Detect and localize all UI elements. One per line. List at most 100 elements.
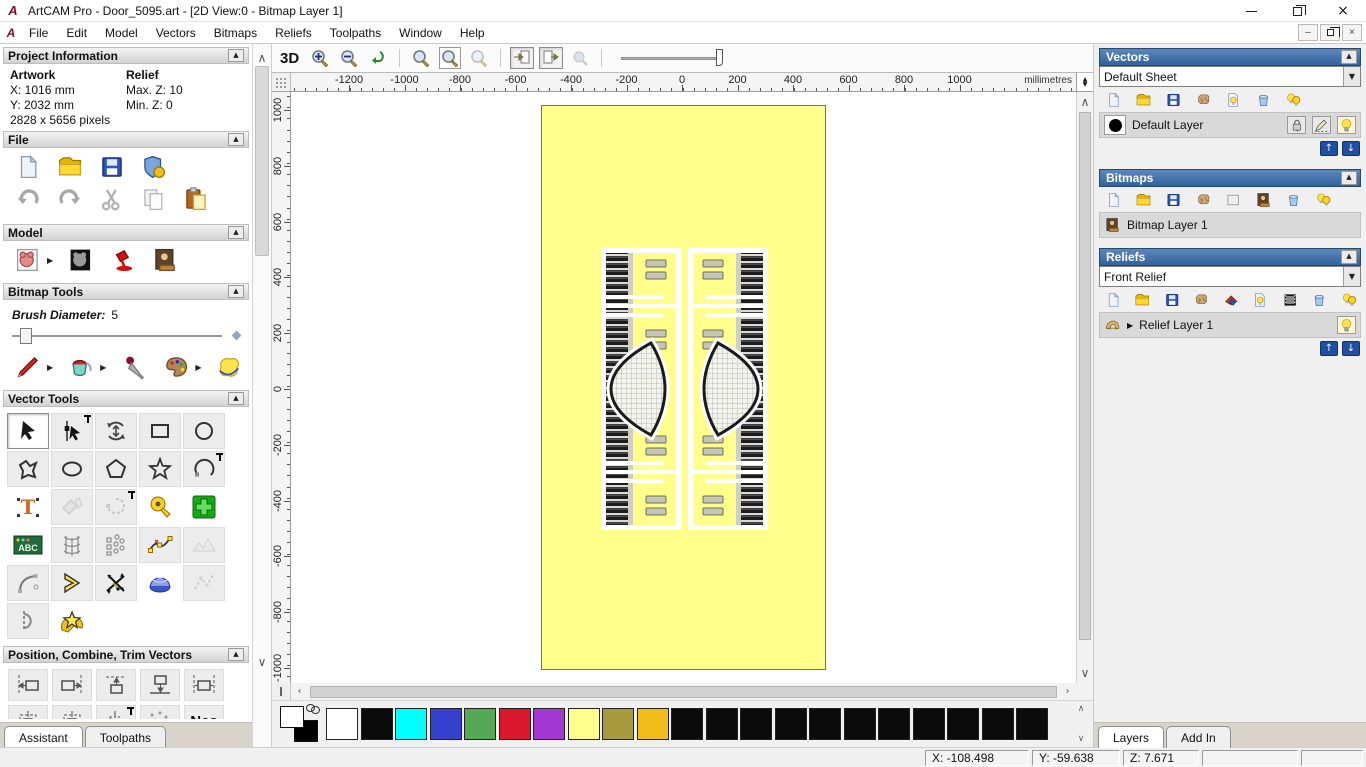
lighting-icon[interactable]	[109, 247, 137, 273]
delete-layer-icon[interactable]	[1285, 192, 1302, 208]
menu-toolpaths[interactable]: Toolpaths	[321, 23, 390, 43]
open-layer-icon[interactable]	[1135, 92, 1152, 108]
mdi-minimize-button[interactable]: –	[1298, 24, 1318, 41]
paint-tool-icon[interactable]	[14, 354, 42, 380]
foreground-colour[interactable]	[280, 706, 304, 728]
palette-swatch[interactable]	[464, 708, 496, 740]
offset-vector-tool[interactable]	[51, 565, 93, 601]
menu-window[interactable]: Window	[390, 23, 451, 43]
slider-handle[interactable]	[716, 49, 723, 66]
delete-layer-icon[interactable]	[1255, 92, 1272, 108]
foreground-background-swatch[interactable]	[278, 704, 326, 744]
create-polygon-tool[interactable]	[95, 451, 137, 487]
flyout-arrow-icon[interactable]: ▶	[100, 363, 106, 372]
save-layer-icon[interactable]	[1164, 292, 1180, 308]
bitmap-contrast-slider[interactable]	[621, 48, 731, 68]
select-vectors-tool[interactable]	[7, 413, 49, 449]
paste-along-curve-tool[interactable]	[95, 527, 137, 563]
minimize-button[interactable]	[1228, 0, 1274, 22]
offset-relief-icon[interactable]	[1223, 292, 1239, 308]
toggle-visibility-icon[interactable]	[1252, 292, 1268, 308]
toggle-bitmap-next-button[interactable]	[539, 47, 563, 69]
move-layer-down-button[interactable]: ↓	[1342, 141, 1360, 156]
menu-vectors[interactable]: Vectors	[147, 23, 205, 43]
zoom-fit-icon[interactable]	[438, 47, 462, 69]
menu-file[interactable]: File	[20, 23, 57, 43]
menu-help[interactable]: Help	[451, 23, 494, 43]
menu-bitmaps[interactable]: Bitmaps	[205, 23, 266, 43]
horizontal-scrollbar[interactable]: ❙ ‹ ›	[272, 683, 1093, 701]
options-icon[interactable]	[140, 154, 168, 180]
centre-in-page-2-tool[interactable]	[52, 705, 92, 719]
merge-layers-icon[interactable]	[1193, 292, 1209, 308]
open-layer-icon[interactable]	[1134, 292, 1150, 308]
all-layers-visible-icon[interactable]	[1341, 292, 1357, 308]
save-file-icon[interactable]	[98, 154, 126, 180]
greyscale-icon[interactable]	[1225, 192, 1242, 208]
flyout-arrow-icon[interactable]: ▶	[47, 256, 53, 265]
palette-swatch[interactable]	[1016, 708, 1048, 740]
move-layer-up-button[interactable]: ↑	[1320, 341, 1338, 356]
scroll-up-icon[interactable]: ∧	[1078, 704, 1085, 714]
mdi-close-button[interactable]: ×	[1342, 24, 1362, 41]
greyscale-model-icon[interactable]	[14, 247, 42, 273]
palette-swatch[interactable]	[844, 708, 876, 740]
vertical-scrollbar[interactable]: ∧ ∨	[1076, 92, 1093, 683]
save-layer-icon[interactable]	[1165, 92, 1182, 108]
palette-swatch[interactable]	[671, 708, 703, 740]
bitmap-layer-row[interactable]: Bitmap Layer 1	[1099, 212, 1361, 238]
palette-swatch[interactable]	[499, 708, 531, 740]
collapse-button[interactable]: ▲	[228, 392, 244, 405]
zoom-previous-icon[interactable]	[366, 47, 390, 69]
palette-swatch[interactable]	[430, 708, 462, 740]
collapse-button[interactable]: ▲	[228, 226, 244, 239]
flyout-arrow-icon[interactable]: ▶	[195, 363, 201, 372]
tab-assistant[interactable]: Assistant	[4, 726, 83, 747]
palette-swatch[interactable]	[809, 708, 841, 740]
palette-swatch[interactable]	[740, 708, 772, 740]
restore-button[interactable]	[1274, 0, 1320, 22]
scroll-up-icon[interactable]: ∧	[1079, 96, 1091, 108]
edit-layer-icon[interactable]	[1312, 116, 1331, 134]
palette-swatch[interactable]	[568, 708, 600, 740]
lock-layer-icon[interactable]	[1287, 116, 1306, 134]
tab-add-in[interactable]: Add In	[1166, 726, 1231, 748]
invert-model-icon[interactable]	[67, 247, 95, 273]
measure-tool[interactable]	[139, 489, 181, 525]
palette-swatch[interactable]	[326, 708, 358, 740]
transform-vectors-tool[interactable]	[95, 413, 137, 449]
open-file-icon[interactable]	[56, 154, 84, 180]
palette-swatch[interactable]	[637, 708, 669, 740]
scrollbar-thumb[interactable]	[310, 686, 1057, 698]
collapse-button[interactable]: ▲	[228, 49, 244, 62]
mirror-vectors-tool[interactable]	[7, 603, 49, 639]
colour-palette-icon[interactable]	[162, 354, 190, 380]
layer-visible-icon[interactable]	[1337, 316, 1356, 334]
delete-layer-icon[interactable]	[1311, 292, 1327, 308]
relief-layer-row[interactable]: ▶ Relief Layer 1	[1099, 312, 1361, 338]
sheet-select[interactable]: Default Sheet ▼	[1099, 66, 1361, 87]
menu-model[interactable]: Model	[96, 23, 147, 43]
new-model-icon[interactable]	[14, 154, 42, 180]
toggle-bitmap-prev-button[interactable]	[510, 47, 534, 69]
create-text-tool[interactable]: T	[7, 489, 49, 525]
greyscale-preview-icon[interactable]	[1282, 292, 1298, 308]
convert-bitmap-icon[interactable]	[1255, 192, 1272, 208]
nesting-tool[interactable]: Nes	[184, 705, 224, 719]
copy-icon[interactable]	[140, 186, 168, 212]
brush-diameter-slider[interactable]	[12, 326, 240, 346]
tab-toolpaths[interactable]: Toolpaths	[85, 726, 166, 747]
mdi-restore-button[interactable]	[1320, 24, 1340, 41]
trim-vectors-tool[interactable]	[95, 565, 137, 601]
pick-colour-tool-icon[interactable]	[120, 354, 148, 380]
interactive-distort-tool[interactable]	[139, 565, 181, 601]
new-layer-icon[interactable]	[1105, 192, 1122, 208]
door-panel-right[interactable]	[688, 248, 768, 530]
create-rectangle-tool[interactable]	[139, 413, 181, 449]
node-editing-tool[interactable]	[51, 413, 93, 449]
fillet-tool[interactable]	[7, 565, 49, 601]
layer-colour-swatch[interactable]	[1104, 115, 1126, 135]
create-circle-tool[interactable]	[183, 413, 225, 449]
menu-reliefs[interactable]: Reliefs	[266, 23, 321, 43]
relief-select[interactable]: Front Relief ▼	[1099, 266, 1361, 287]
